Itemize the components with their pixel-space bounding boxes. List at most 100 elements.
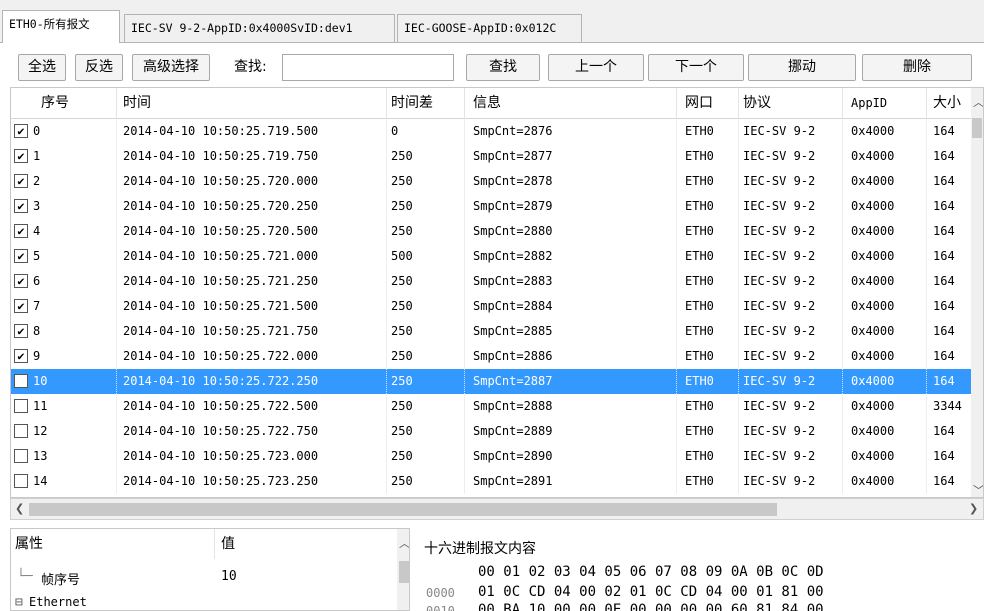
hex-bytes-line[interactable]: 00 BA 10 00 00 0E 00 00 00 00 60 81 84 0… — [478, 602, 824, 611]
packet-list: 序号 时间 时间差 信息 网口 协议 AppID 大小 ✔ 0 2014-04-10… — [10, 87, 984, 498]
row-checkbox[interactable]: ✔ — [14, 199, 28, 213]
tab-all-packets[interactable]: ETH0-所有报文 — [2, 10, 120, 43]
cell-size: 164 — [927, 444, 973, 469]
cell-time: 2014-04-10 10:50:25.720.500 — [117, 219, 387, 244]
row-checkbox[interactable] — [14, 474, 28, 488]
table-row[interactable]: ✔ 5 2014-04-10 10:50:25.721.000 500 SmpCnt=2… — [11, 244, 973, 269]
cell-time: 2014-04-10 10:50:25.721.500 — [117, 294, 387, 319]
column-header-delta[interactable]: 时间差 — [387, 88, 465, 119]
table-row[interactable]: 10 2014-04-10 10:50:25.722.250 250 SmpCnt=2… — [11, 369, 973, 394]
column-header-port[interactable]: 网口 — [677, 88, 739, 119]
delete-button[interactable]: 删除 — [862, 54, 972, 81]
cell-port: ETH0 — [677, 369, 739, 394]
cell-port: ETH0 — [677, 294, 739, 319]
column-header-appid[interactable]: AppID — [843, 88, 927, 119]
column-header-protocol[interactable]: 协议 — [739, 88, 843, 119]
row-checkbox[interactable]: ✔ — [14, 349, 28, 363]
cell-size: 164 — [927, 269, 973, 294]
advanced-select-button[interactable]: 高级选择 — [132, 54, 210, 81]
search-input[interactable] — [282, 54, 454, 81]
row-checkbox[interactable]: ✔ — [14, 149, 28, 163]
scrollbar-thumb[interactable] — [972, 118, 982, 138]
row-checkbox[interactable]: ✔ — [14, 324, 28, 338]
scroll-right-icon[interactable]: ❯ — [969, 502, 978, 515]
cell-index: ✔ 9 — [11, 344, 117, 369]
table-row[interactable]: ✔ 7 2014-04-10 10:50:25.721.500 250 SmpCnt=2… — [11, 294, 973, 319]
expand-toggle-icon[interactable]: ⊟ — [15, 595, 23, 610]
cell-protocol: IEC-SV 9-2 — [739, 269, 843, 294]
cell-time: 2014-04-10 10:50:25.720.250 — [117, 194, 387, 219]
table-row[interactable]: ✔ 0 2014-04-10 10:50:25.719.500 0 SmpCnt=287… — [11, 119, 973, 144]
row-index: 9 — [33, 349, 41, 363]
property-name[interactable]: Ethernet — [29, 595, 87, 609]
cell-info: SmpCnt=2891 — [465, 469, 677, 494]
scroll-down-icon[interactable]: ﹀ — [973, 482, 983, 497]
cell-time: 2014-04-10 10:50:25.723.000 — [117, 444, 387, 469]
column-header-info[interactable]: 信息 — [465, 88, 677, 119]
cell-appid: 0x4000 — [843, 219, 927, 244]
cell-info: SmpCnt=2890 — [465, 444, 677, 469]
cell-index: 14 — [11, 469, 117, 494]
row-checkbox[interactable] — [14, 399, 28, 413]
cell-delta: 250 — [387, 369, 465, 394]
find-button[interactable]: 查找 — [466, 54, 540, 81]
cell-delta: 250 — [387, 319, 465, 344]
column-header-index[interactable]: 序号 — [11, 88, 117, 119]
row-checkbox[interactable]: ✔ — [14, 274, 28, 288]
cell-port: ETH0 — [677, 219, 739, 244]
properties-scrollbar[interactable]: ︿ — [397, 529, 409, 610]
table-row[interactable]: 12 2014-04-10 10:50:25.722.750 250 SmpCnt=2… — [11, 419, 973, 444]
select-all-button[interactable]: 全选 — [18, 54, 66, 81]
table-row[interactable]: ✔ 4 2014-04-10 10:50:25.720.500 250 SmpCnt=2… — [11, 219, 973, 244]
cell-index: ✔ 1 — [11, 144, 117, 169]
table-row[interactable]: ✔ 1 2014-04-10 10:50:25.719.750 250 SmpCnt=2… — [11, 144, 973, 169]
table-row[interactable]: ✔ 2 2014-04-10 10:50:25.720.000 250 SmpCnt=2… — [11, 169, 973, 194]
row-index: 3 — [33, 199, 41, 213]
cell-port: ETH0 — [677, 444, 739, 469]
table-row[interactable]: ✔ 8 2014-04-10 10:50:25.721.750 250 SmpCnt=2… — [11, 319, 973, 344]
column-header-time[interactable]: 时间 — [117, 88, 387, 119]
cell-port: ETH0 — [677, 194, 739, 219]
previous-button[interactable]: 上一个 — [548, 54, 644, 81]
table-row[interactable]: ✔ 9 2014-04-10 10:50:25.722.000 250 SmpCnt=2… — [11, 344, 973, 369]
table-row[interactable]: ✔ 3 2014-04-10 10:50:25.720.250 250 SmpCnt=2… — [11, 194, 973, 219]
table-row[interactable]: 13 2014-04-10 10:50:25.723.000 250 SmpCnt=2… — [11, 444, 973, 469]
cell-info: SmpCnt=2888 — [465, 394, 677, 419]
row-checkbox[interactable]: ✔ — [14, 224, 28, 238]
property-value[interactable]: 10 — [221, 569, 237, 584]
scrollbar-thumb[interactable] — [399, 561, 409, 583]
cell-time: 2014-04-10 10:50:25.722.500 — [117, 394, 387, 419]
tab-goose-stream[interactable]: IEC-GOOSE-AppID:0x012C — [397, 14, 582, 42]
table-row[interactable]: 11 2014-04-10 10:50:25.722.500 250 SmpCnt=2… — [11, 394, 973, 419]
row-checkbox[interactable]: ✔ — [14, 299, 28, 313]
move-button[interactable]: 挪动 — [748, 54, 856, 81]
cell-time: 2014-04-10 10:50:25.721.250 — [117, 269, 387, 294]
cell-protocol: IEC-SV 9-2 — [739, 119, 843, 144]
row-checkbox[interactable]: ✔ — [14, 174, 28, 188]
table-row[interactable]: 14 2014-04-10 10:50:25.723.250 250 SmpCnt=2… — [11, 469, 973, 494]
table-row[interactable]: ✔ 6 2014-04-10 10:50:25.721.250 250 SmpCnt=2… — [11, 269, 973, 294]
scroll-left-icon[interactable]: ❮ — [15, 502, 24, 515]
cell-time: 2014-04-10 10:50:25.722.750 — [117, 419, 387, 444]
row-checkbox[interactable] — [14, 449, 28, 463]
property-name[interactable]: 帧序号 — [41, 569, 80, 588]
tab-sv-stream[interactable]: IEC-SV 9-2-AppID:0x4000SvID:dev1 — [124, 14, 395, 42]
cell-size: 3344 — [927, 394, 973, 419]
invert-selection-button[interactable]: 反选 — [75, 54, 123, 81]
row-checkbox[interactable] — [14, 424, 28, 438]
cell-index: ✔ 2 — [11, 169, 117, 194]
column-header-size[interactable]: 大小 — [927, 88, 973, 119]
row-checkbox[interactable]: ✔ — [14, 249, 28, 263]
hex-bytes-line[interactable]: 01 0C CD 04 00 02 01 0C CD 04 00 01 81 0… — [478, 584, 824, 600]
cell-appid: 0x4000 — [843, 244, 927, 269]
next-button[interactable]: 下一个 — [648, 54, 744, 81]
cell-time: 2014-04-10 10:50:25.723.250 — [117, 469, 387, 494]
cell-index: 10 — [11, 369, 117, 394]
row-checkbox[interactable] — [14, 374, 28, 388]
row-checkbox[interactable]: ✔ — [14, 124, 28, 138]
packet-list-vertical-scrollbar[interactable]: ︿ ﹀ — [971, 88, 983, 497]
packet-list-horizontal-scrollbar[interactable]: ❮ ❯ — [10, 498, 984, 520]
scroll-up-icon[interactable]: ︿ — [399, 535, 409, 551]
horizontal-scrollbar-thumb[interactable] — [29, 503, 777, 516]
scroll-up-icon[interactable]: ︿ — [973, 94, 983, 110]
